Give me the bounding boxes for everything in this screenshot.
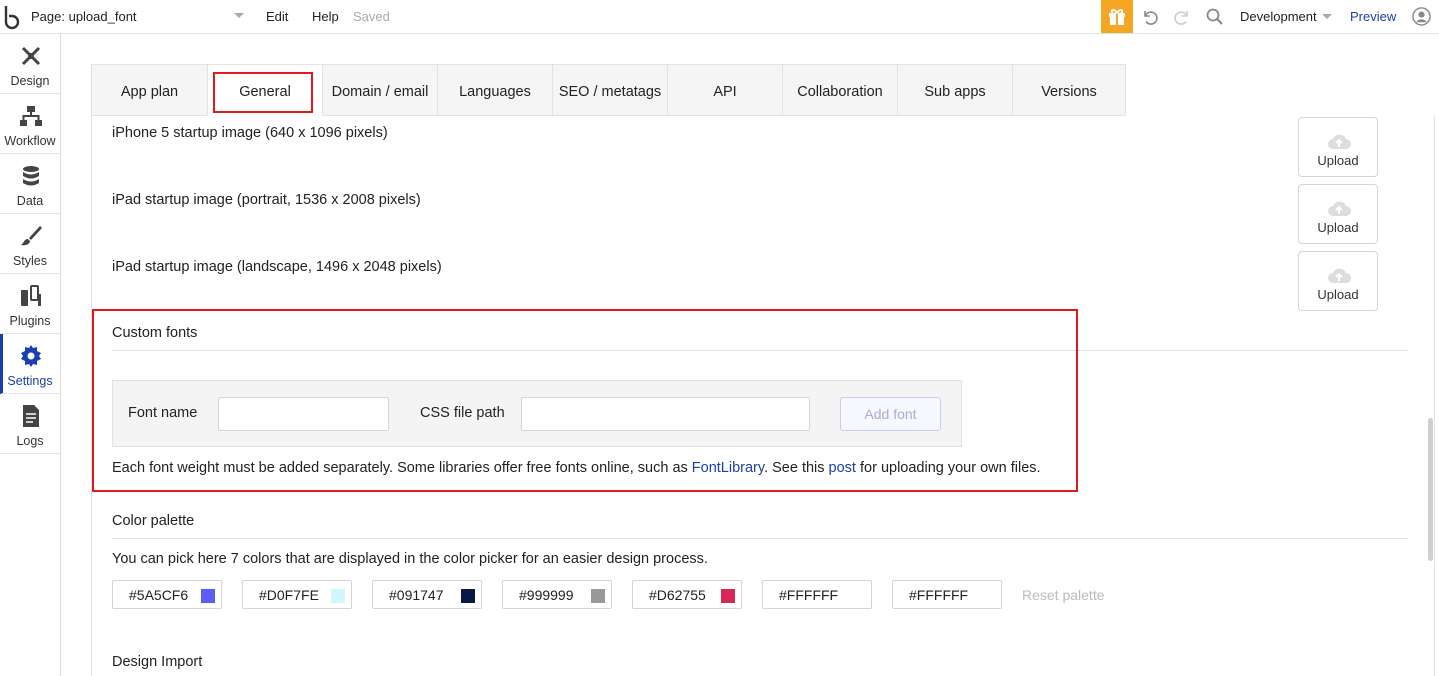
- search-icon[interactable]: [1205, 7, 1225, 27]
- sidebar-item-label: Styles: [12, 254, 48, 268]
- hex-value: #FFFFFF: [909, 587, 969, 603]
- hex-value: #5A5CF6: [129, 587, 189, 603]
- palette-color-input[interactable]: #091747: [372, 580, 482, 609]
- document-icon: [23, 405, 39, 427]
- tab-api[interactable]: API: [667, 64, 782, 116]
- cloud-upload-icon: [1328, 201, 1351, 216]
- cloud-upload-icon: [1328, 134, 1351, 149]
- tab-versions[interactable]: Versions: [1012, 64, 1126, 116]
- iphone5-startup-label: iPhone 5 startup image (640 x 1096 pixel…: [112, 125, 388, 141]
- hex-value: #091747: [389, 587, 444, 603]
- database-icon: [23, 166, 39, 186]
- upload-button[interactable]: Upload: [1298, 117, 1378, 177]
- color-chip[interactable]: [721, 589, 735, 603]
- highlight-box: [92, 309, 1078, 492]
- environment-selector[interactable]: Development: [1240, 9, 1317, 24]
- scrollbar[interactable]: [1428, 418, 1433, 561]
- preview-button[interactable]: Preview: [1350, 9, 1396, 24]
- chevron-down-icon[interactable]: [234, 13, 244, 18]
- tab-app-plan[interactable]: App plan: [91, 64, 207, 116]
- save-status: Saved: [353, 9, 390, 24]
- sidebar-item-data[interactable]: Data: [0, 154, 60, 214]
- design-import-title: Design Import: [112, 654, 203, 670]
- sidebar-item-logs[interactable]: Logs: [0, 394, 60, 454]
- design-icon: [21, 46, 41, 66]
- hex-value: #FFFFFF: [779, 587, 839, 603]
- undo-icon[interactable]: [1140, 7, 1160, 27]
- upload-button-label: Upload: [1317, 287, 1359, 302]
- tab-domain-email[interactable]: Domain / email: [322, 64, 437, 116]
- hex-value: #D0F7FE: [259, 587, 319, 603]
- palette-color-input[interactable]: #5A5CF6: [112, 580, 222, 609]
- plugins-icon: [21, 285, 41, 306]
- edit-menu[interactable]: Edit: [266, 9, 288, 24]
- reset-palette-button[interactable]: Reset palette: [1022, 587, 1105, 603]
- sidebar-item-label: Logs: [16, 434, 44, 448]
- palette-color-input[interactable]: #D62755: [632, 580, 742, 609]
- palette-color-input[interactable]: #FFFFFF: [892, 580, 1002, 609]
- sidebar: Design Workflow Data Styles Plugins Sett…: [0, 34, 61, 676]
- color-chip[interactable]: [331, 589, 345, 603]
- bubble-logo-icon[interactable]: [2, 4, 22, 30]
- sidebar-item-label: Data: [16, 194, 44, 208]
- gear-icon: [21, 345, 41, 367]
- palette-color-input[interactable]: #999999: [502, 580, 612, 609]
- sidebar-item-workflow[interactable]: Workflow: [0, 94, 60, 154]
- sidebar-item-design[interactable]: Design: [0, 34, 60, 94]
- color-chip[interactable]: [461, 589, 475, 603]
- user-avatar-icon[interactable]: [1412, 7, 1431, 26]
- sidebar-item-label: Settings: [7, 374, 53, 388]
- upload-button-label: Upload: [1317, 220, 1359, 235]
- palette-color-input[interactable]: #FFFFFF: [762, 580, 872, 609]
- ipad-portrait-startup-label: iPad startup image (portrait, 1536 x 200…: [112, 192, 421, 208]
- ipad-landscape-startup-label: iPad startup image (landscape, 1496 x 20…: [112, 259, 442, 275]
- sidebar-item-styles[interactable]: Styles: [0, 214, 60, 274]
- cloud-upload-icon: [1328, 268, 1351, 283]
- highlight-box: [213, 72, 313, 113]
- tab-collaboration[interactable]: Collaboration: [782, 64, 897, 116]
- chevron-down-icon[interactable]: [1322, 14, 1332, 19]
- gift-icon: [1109, 8, 1125, 25]
- divider: [112, 538, 1408, 539]
- help-menu[interactable]: Help: [312, 9, 339, 24]
- color-palette-title: Color palette: [112, 513, 195, 529]
- sidebar-item-plugins[interactable]: Plugins: [0, 274, 60, 334]
- color-chip[interactable]: [591, 589, 605, 603]
- hex-value: #999999: [519, 587, 574, 603]
- top-bar: Page: upload_font Edit Help Saved Develo…: [0, 0, 1439, 34]
- sidebar-item-label: Design: [10, 74, 50, 88]
- upload-button[interactable]: Upload: [1298, 251, 1378, 311]
- upload-button[interactable]: Upload: [1298, 184, 1378, 244]
- hex-value: #D62755: [649, 587, 706, 603]
- workflow-icon: [20, 106, 42, 126]
- gift-button[interactable]: [1101, 0, 1133, 33]
- brush-icon: [21, 226, 42, 246]
- tab-sub-apps[interactable]: Sub apps: [897, 64, 1012, 116]
- page-selector[interactable]: Page: upload_font: [31, 9, 137, 24]
- upload-button-label: Upload: [1317, 153, 1359, 168]
- color-chip[interactable]: [201, 589, 215, 603]
- redo-icon[interactable]: [1172, 7, 1192, 27]
- color-chip[interactable]: [981, 589, 995, 603]
- tab-seo-metatags[interactable]: SEO / metatags: [552, 64, 667, 116]
- tab-languages[interactable]: Languages: [437, 64, 552, 116]
- sidebar-item-settings[interactable]: Settings: [0, 334, 60, 394]
- palette-color-input[interactable]: #D0F7FE: [242, 580, 352, 609]
- color-palette-description: You can pick here 7 colors that are disp…: [112, 551, 708, 567]
- color-chip[interactable]: [851, 589, 865, 603]
- sidebar-item-label: Plugins: [9, 314, 51, 328]
- sidebar-item-label: Workflow: [4, 134, 56, 148]
